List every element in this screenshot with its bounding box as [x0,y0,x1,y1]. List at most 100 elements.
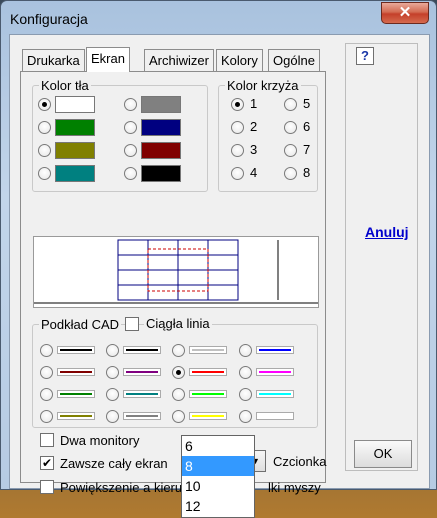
cad-line-sample-2 [123,346,161,354]
background-color-label: Kolor tła [39,78,91,93]
cross-radio-2[interactable] [231,121,244,134]
cad-line-sample-9 [57,390,95,398]
font-size-option-8[interactable]: 8 [182,456,254,476]
zoom-direction-label: Powiększenie a kierun [60,480,190,495]
always-fullscreen-checkbox[interactable]: ✔ [40,456,54,470]
cad-line-stroke-12 [259,393,291,395]
bg-swatch-black [141,165,181,182]
cross-radio-3[interactable] [231,144,244,157]
dual-monitors-checkbox[interactable] [40,433,54,447]
help-button[interactable]: ? [356,47,374,65]
bg-swatch-white [55,96,95,113]
cad-line-radio-9[interactable] [40,388,53,401]
cad-line-stroke-14 [126,415,158,417]
tab-kolory[interactable]: Kolory [216,49,263,71]
bg-radio-navy[interactable] [124,121,137,134]
cross-radio-7[interactable] [284,144,297,157]
font-size-dropdown-list: 6 8 10 12 [181,435,255,518]
cross-radio-5[interactable] [284,98,297,111]
cad-line-radio-15[interactable] [172,410,185,423]
bg-radio-black[interactable] [124,167,137,180]
cad-label: Podkład CAD [39,317,122,332]
bg-radio-white[interactable] [38,98,51,111]
cross-label-8: 8 [303,165,311,180]
cross-label-6: 6 [303,119,311,134]
cross-radio-8[interactable] [284,167,297,180]
cad-line-sample-11 [189,390,227,398]
tab-drukarka[interactable]: Drukarka [22,49,85,71]
cad-line-radio-14[interactable] [106,410,119,423]
bg-swatch-maroon [141,142,181,159]
cad-line-stroke-3 [192,349,224,351]
bg-radio-teal[interactable] [38,167,51,180]
cad-line-sample-15 [189,412,227,420]
continuous-line-checkbox[interactable] [125,317,139,331]
cad-line-sample-4 [256,346,294,354]
cancel-link[interactable]: Anuluj [365,224,409,240]
grid-preview-graphic [34,239,318,304]
bg-swatch-teal [55,165,95,182]
cad-line-stroke-11 [192,393,224,395]
config-window: Konfiguracja ✕ Drukarka Ekran Archiwizer… [0,0,437,495]
cad-line-radio-7[interactable] [172,366,185,379]
cad-line-stroke-13 [60,415,92,417]
cross-label-2: 2 [250,119,258,134]
cad-line-sample-6 [123,368,161,376]
font-size-option-12[interactable]: 12 [182,496,254,516]
tab-archiwizer[interactable]: Archiwizer [144,49,214,71]
cross-radio-1[interactable] [231,98,244,111]
cad-line-sample-7 [189,368,227,376]
cross-label-5: 5 [303,96,311,111]
cad-line-stroke-16 [259,415,291,417]
tab-ekran[interactable]: Ekran [86,47,130,72]
cad-line-radio-12[interactable] [239,388,252,401]
cad-line-sample-1 [57,346,95,354]
bg-swatch-gray [141,96,181,113]
cad-line-radio-8[interactable] [239,366,252,379]
cad-line-radio-16[interactable] [239,410,252,423]
cad-line-radio-2[interactable] [106,344,119,357]
cad-line-sample-3 [189,346,227,354]
cad-line-radio-1[interactable] [40,344,53,357]
cross-label-4: 4 [250,165,258,180]
cad-line-radio-10[interactable] [106,388,119,401]
cad-line-radio-4[interactable] [239,344,252,357]
cad-line-sample-13 [57,412,95,420]
cross-color-label: Kolor krzyża [225,78,301,93]
zoom-direction-checkbox[interactable] [40,480,54,494]
cross-label-3: 3 [250,142,258,157]
cad-line-stroke-1 [60,349,92,351]
window-title: Konfiguracja [10,11,88,27]
cad-line-radio-13[interactable] [40,410,53,423]
cross-label-1: 1 [250,96,258,111]
cad-line-stroke-10 [126,393,158,395]
ok-button[interactable]: OK [354,440,412,468]
cad-line-radio-11[interactable] [172,388,185,401]
cad-line-sample-12 [256,390,294,398]
close-button[interactable]: ✕ [381,2,429,24]
cad-line-sample-5 [57,368,95,376]
tab-ogolne[interactable]: Ogólne [268,49,320,71]
cad-line-radio-3[interactable] [172,344,185,357]
cross-radio-6[interactable] [284,121,297,134]
bg-radio-olive[interactable] [38,144,51,157]
cad-line-sample-10 [123,390,161,398]
cross-radio-4[interactable] [231,167,244,180]
cad-line-stroke-8 [259,371,291,373]
cad-line-sample-16 [256,412,294,420]
background-color-group: Kolor tła [32,78,208,192]
side-panel: ? Anuluj OK [345,43,418,471]
bg-radio-gray[interactable] [124,98,137,111]
cad-line-radio-5[interactable] [40,366,53,379]
bg-radio-maroon[interactable] [124,144,137,157]
cad-line-radio-6[interactable] [106,366,119,379]
cross-color-group: Kolor krzyża 1 5 2 6 3 7 4 8 [218,78,318,192]
dual-monitors-label: Dwa monitory [60,433,140,448]
continuous-line-label: Ciągła linia [144,316,212,331]
font-size-option-10[interactable]: 10 [182,476,254,496]
cad-line-sample-8 [256,368,294,376]
zoom-direction-label-tail: lki myszy [268,480,321,495]
font-size-option-6[interactable]: 6 [182,436,254,456]
grid-preview [33,236,319,308]
bg-radio-green[interactable] [38,121,51,134]
